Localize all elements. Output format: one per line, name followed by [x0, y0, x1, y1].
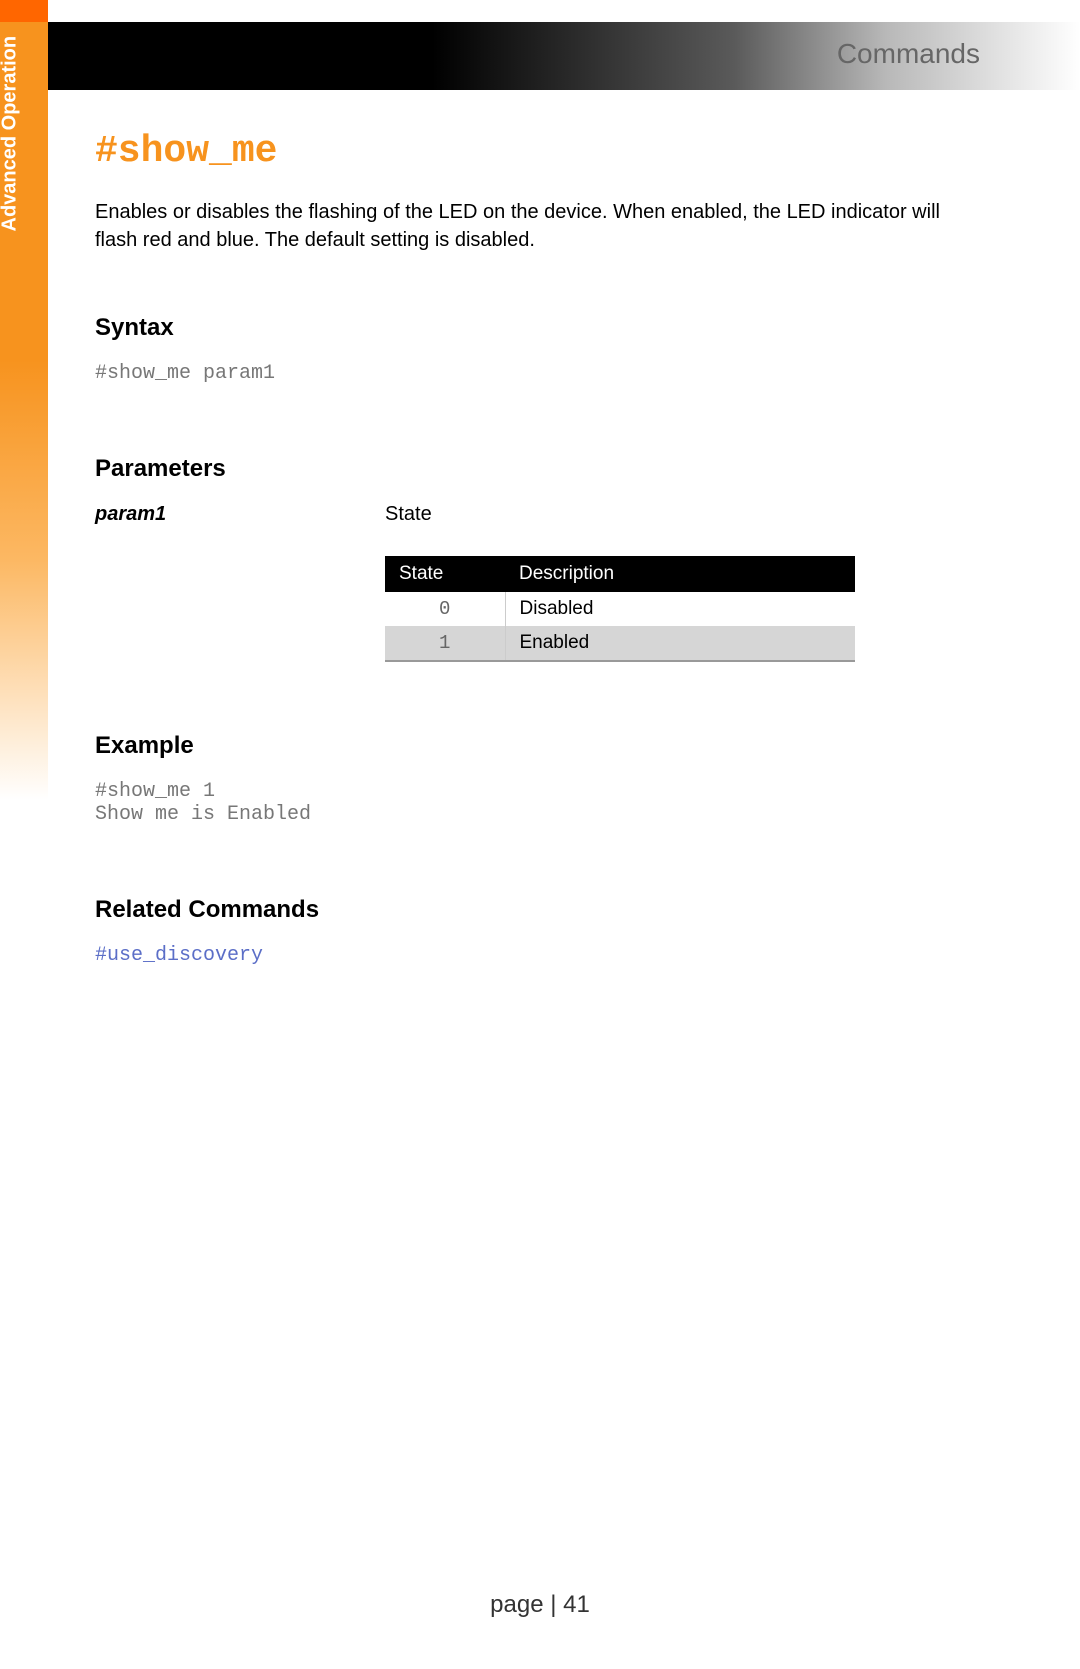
example-heading: Example [95, 732, 975, 760]
table-header-description: Description [505, 556, 855, 592]
page-footer: page | 41 [0, 1591, 1080, 1619]
header-breadcrumb: Commands [837, 38, 980, 70]
table-cell-state: 0 [385, 592, 505, 626]
table-cell-desc: Enabled [505, 626, 855, 661]
param-row: param1 State [95, 503, 975, 526]
table-cell-state: 1 [385, 626, 505, 661]
parameters-heading: Parameters [95, 455, 975, 483]
table-row: 0 Disabled [385, 592, 855, 626]
main-content: #show_me Enables or disables the flashin… [95, 130, 975, 967]
param-name: param1 [95, 503, 385, 526]
table-cell-desc: Disabled [505, 592, 855, 626]
related-command-link[interactable]: #use_discovery [95, 944, 975, 967]
sidebar-accent [0, 0, 48, 22]
related-heading: Related Commands [95, 896, 975, 924]
param-label: State [385, 503, 432, 526]
example-code: #show_me 1 Show me is Enabled [95, 780, 975, 826]
param-table: State Description 0 Disabled 1 Enabled [385, 556, 855, 662]
command-description: Enables or disables the flashing of the … [95, 198, 975, 254]
syntax-heading: Syntax [95, 314, 975, 342]
syntax-code: #show_me param1 [95, 362, 975, 385]
table-header-state: State [385, 556, 505, 592]
command-title: #show_me [95, 130, 975, 173]
table-row: 1 Enabled [385, 626, 855, 661]
sidebar-section-label: Advanced Operation [0, 36, 22, 232]
